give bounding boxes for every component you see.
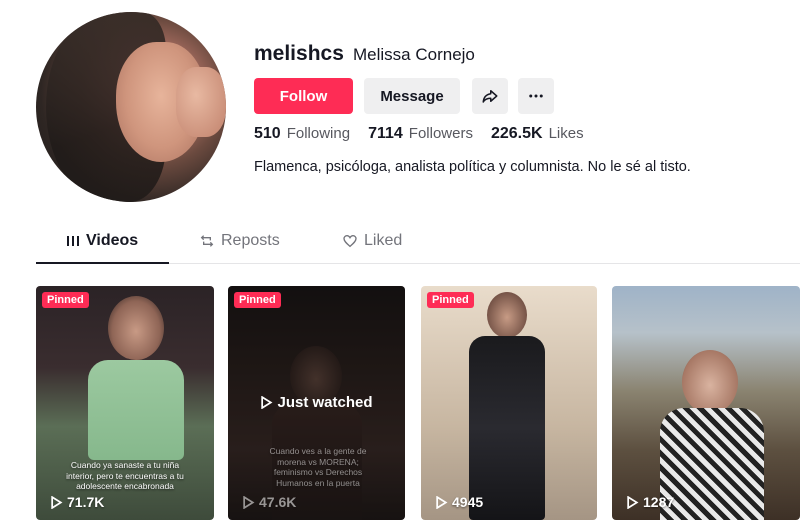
tab-videos[interactable]: Videos bbox=[66, 232, 138, 250]
more-icon bbox=[529, 94, 543, 98]
view-count: 71.7K bbox=[50, 494, 104, 510]
view-count-value: 4945 bbox=[452, 494, 484, 510]
heart-icon bbox=[343, 234, 357, 248]
profile-bio: Flamenca, psicóloga, analista política y… bbox=[254, 159, 691, 175]
view-count-value: 71.7K bbox=[67, 494, 105, 510]
video-card[interactable]: Pinned 4945 bbox=[421, 286, 597, 520]
video-thumbnail-figure bbox=[682, 350, 738, 414]
view-count-value: 1287 bbox=[643, 494, 675, 510]
play-icon bbox=[627, 495, 639, 509]
view-count: 4945 bbox=[435, 494, 483, 510]
view-count-value: 47.6K bbox=[259, 494, 297, 510]
profile-tabs: Videos Reposts Liked bbox=[36, 226, 800, 264]
profile-avatar[interactable] bbox=[36, 12, 226, 202]
video-thumbnail-figure bbox=[108, 296, 164, 360]
tab-reposts[interactable]: Reposts bbox=[199, 232, 280, 250]
tab-liked-label: Liked bbox=[364, 232, 403, 249]
video-thumbnail-figure-body bbox=[88, 360, 184, 460]
video-card[interactable]: Pinned Just watched Cuando ves a la gent… bbox=[228, 286, 405, 520]
play-icon bbox=[261, 396, 273, 409]
follow-button[interactable]: Follow bbox=[254, 78, 353, 114]
share-icon bbox=[482, 90, 498, 103]
video-caption: Cuando ves a la gente de morena vs MOREN… bbox=[269, 446, 367, 488]
tab-liked[interactable]: Liked bbox=[342, 232, 402, 250]
video-caption: Cuando ya sanaste a tu niña interior, pe… bbox=[66, 460, 184, 492]
pinned-badge: Pinned bbox=[427, 292, 474, 308]
play-icon bbox=[243, 495, 255, 509]
repost-icon bbox=[200, 235, 214, 247]
likes-label: Likes bbox=[548, 125, 584, 142]
tab-reposts-label: Reposts bbox=[221, 232, 280, 249]
likes-stat: 226.5K Likes bbox=[491, 125, 584, 143]
active-tab-indicator bbox=[36, 262, 169, 264]
video-thumbnail-figure-body bbox=[469, 336, 545, 520]
following-label: Following bbox=[286, 125, 351, 142]
username: melishcs bbox=[254, 42, 344, 65]
grid-icon bbox=[67, 236, 79, 246]
pinned-badge: Pinned bbox=[234, 292, 281, 308]
message-button[interactable]: Message bbox=[364, 78, 460, 114]
just-watched-label: Just watched bbox=[228, 394, 405, 411]
followers-stat[interactable]: 7114 Followers bbox=[368, 125, 473, 143]
video-card[interactable]: Pinned Cuando ya sanaste a tu niña inter… bbox=[36, 286, 214, 520]
nickname: Melissa Cornejo bbox=[353, 45, 475, 64]
video-thumbnail-figure bbox=[487, 292, 527, 338]
followers-label: Followers bbox=[408, 125, 473, 142]
likes-count: 226.5K bbox=[490, 125, 543, 142]
pinned-badge: Pinned bbox=[42, 292, 89, 308]
tab-videos-label: Videos bbox=[86, 232, 139, 249]
share-button[interactable] bbox=[472, 78, 508, 114]
play-icon bbox=[51, 495, 63, 509]
view-count: 47.6K bbox=[242, 494, 296, 510]
video-grid: Pinned Cuando ya sanaste a tu niña inter… bbox=[36, 286, 800, 520]
view-count: 1287 bbox=[626, 494, 674, 510]
video-card[interactable]: 1287 bbox=[612, 286, 800, 520]
following-count: 510 bbox=[254, 125, 281, 142]
avatar-hand bbox=[176, 67, 226, 137]
following-stat[interactable]: 510 Following bbox=[254, 125, 350, 143]
video-thumbnail-figure-body bbox=[660, 408, 764, 520]
more-options-button[interactable] bbox=[518, 78, 554, 114]
followers-count: 7114 bbox=[368, 125, 403, 142]
profile-stats: 510 Following 7114 Followers 226.5K Likes bbox=[254, 125, 584, 143]
play-icon bbox=[436, 495, 448, 509]
just-watched-text: Just watched bbox=[277, 394, 373, 411]
